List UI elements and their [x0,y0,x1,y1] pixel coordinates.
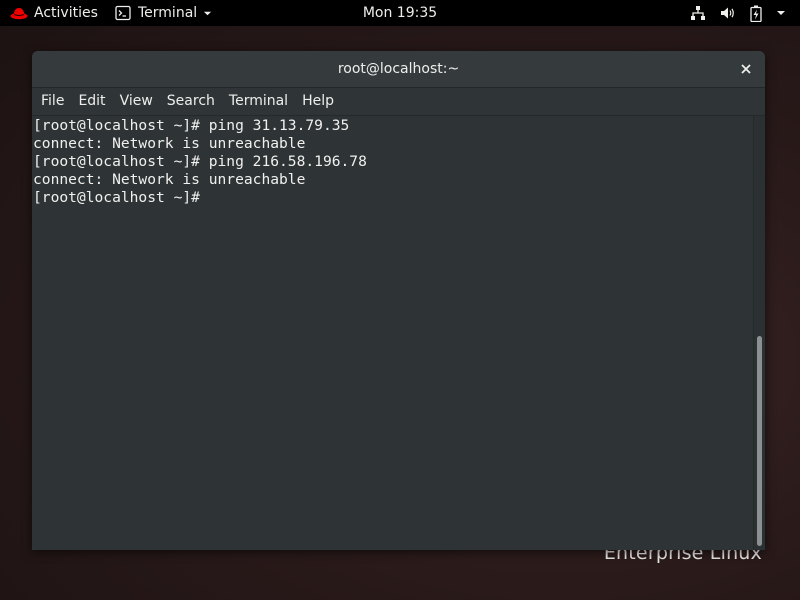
terminal-app-icon [115,5,131,21]
close-button[interactable] [737,60,755,78]
app-menu[interactable]: Terminal [115,0,212,26]
activities-label: Activities [34,5,98,21]
menu-edit[interactable]: Edit [71,88,112,115]
terminal-line: [root@localhost ~]# ping 216.58.196.78 [33,153,367,170]
terminal-output: [root@localhost ~]# ping 31.13.79.35 conn… [33,117,367,207]
menu-view[interactable]: View [113,88,160,115]
terminal-area[interactable]: [root@localhost ~]# ping 31.13.79.35 conn… [32,116,765,550]
system-menu-chevron-icon [777,11,785,15]
menu-search[interactable]: Search [160,88,222,115]
scrollbar-thumb[interactable] [757,336,762,546]
chevron-down-icon [204,11,212,15]
scrollbar[interactable] [753,116,765,550]
window-titlebar[interactable]: root@localhost:~ [32,51,765,88]
terminal-line: connect: Network is unreachable [33,171,306,188]
clock[interactable]: Mon 19:35 [363,5,437,21]
network-icon [691,6,705,20]
top-bar: Activities Terminal Mon 19:35 [0,0,800,26]
terminal-line: connect: Network is unreachable [33,135,306,152]
battery-icon [750,5,762,22]
terminal-window: root@localhost:~ File Edit View Search T… [32,51,765,550]
menu-file[interactable]: File [34,88,71,115]
menu-bar: File Edit View Search Terminal Help [32,88,765,116]
close-icon [741,64,751,74]
activities-button[interactable]: Activities [10,0,98,26]
terminal-prompt: [root@localhost ~]# [33,189,200,206]
menu-help[interactable]: Help [295,88,341,115]
system-tray[interactable] [690,0,786,26]
menu-terminal[interactable]: Terminal [222,88,295,115]
redhat-logo-icon [10,8,28,20]
app-menu-label: Terminal [138,5,198,21]
window-title: root@localhost:~ [337,61,460,77]
volume-icon [721,7,734,19]
terminal-line: [root@localhost ~]# ping 31.13.79.35 [33,117,350,134]
